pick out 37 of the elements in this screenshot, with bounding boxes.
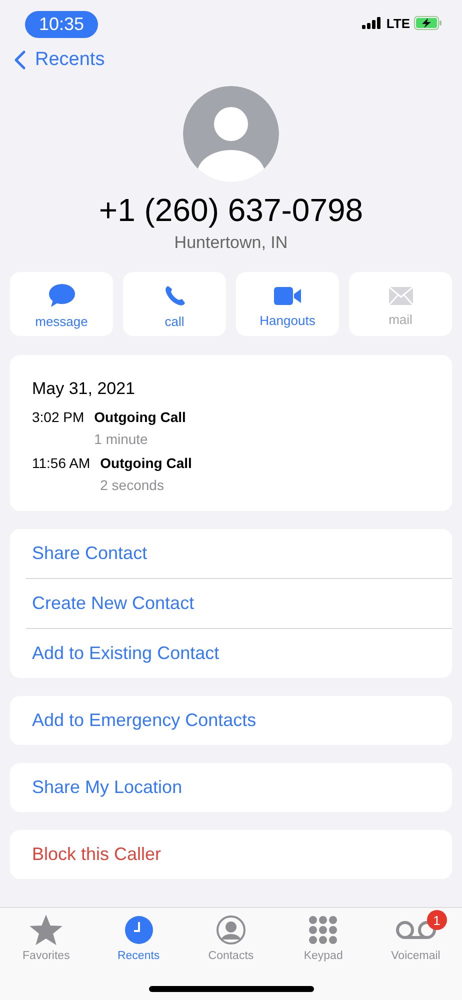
- call-duration: 1 minute: [94, 431, 149, 447]
- network-label: LTE: [386, 16, 410, 30]
- call-type: Outgoing Call: [94, 409, 186, 425]
- call-date: May 31, 2021: [32, 379, 136, 399]
- call-type: Outgoing Call: [100, 455, 192, 471]
- star-icon: [30, 915, 62, 945]
- video-button[interactable]: Hangouts: [236, 272, 339, 336]
- option-link[interactable]: Create New Contact: [32, 593, 194, 614]
- speech-bubble-icon: [48, 284, 76, 308]
- call-button[interactable]: call: [123, 272, 226, 336]
- battery-icon: [414, 16, 442, 30]
- call-duration: 2 seconds: [100, 477, 165, 493]
- keypad-icon: [308, 915, 338, 945]
- phone-icon: [162, 284, 186, 308]
- phone-number: +1 (260) 637-0798: [98, 192, 364, 229]
- badge-count: 1: [426, 910, 447, 930]
- call-time: 11:56 AM: [32, 455, 90, 473]
- status-time: 10:35: [25, 10, 98, 38]
- option-link[interactable]: Add to Existing Contact: [32, 643, 220, 664]
- option-link[interactable]: Share Contact: [32, 543, 148, 564]
- signal-icon: [362, 17, 382, 29]
- recents-tab[interactable]: Recents: [98, 914, 179, 1000]
- option-link[interactable]: Block this Caller: [32, 844, 162, 865]
- message-button[interactable]: message: [10, 272, 113, 336]
- back-button[interactable]: Recents: [14, 49, 105, 71]
- option-link[interactable]: Share My Location: [32, 777, 182, 798]
- keypad-tab[interactable]: Keypad: [283, 914, 364, 1000]
- favorites-tab[interactable]: Favorites: [6, 914, 86, 1000]
- envelope-icon: [388, 286, 414, 306]
- person-circle-icon: [216, 915, 246, 945]
- clock-icon: [124, 915, 154, 945]
- avatar-icon: [183, 86, 279, 182]
- location-label: Huntertown, IN: [174, 233, 288, 253]
- contacts-tab[interactable]: Contacts: [190, 914, 271, 1000]
- video-camera-icon: [272, 284, 302, 306]
- chevron-left-icon: [14, 50, 26, 70]
- call-time: 3:02 PM: [32, 409, 84, 427]
